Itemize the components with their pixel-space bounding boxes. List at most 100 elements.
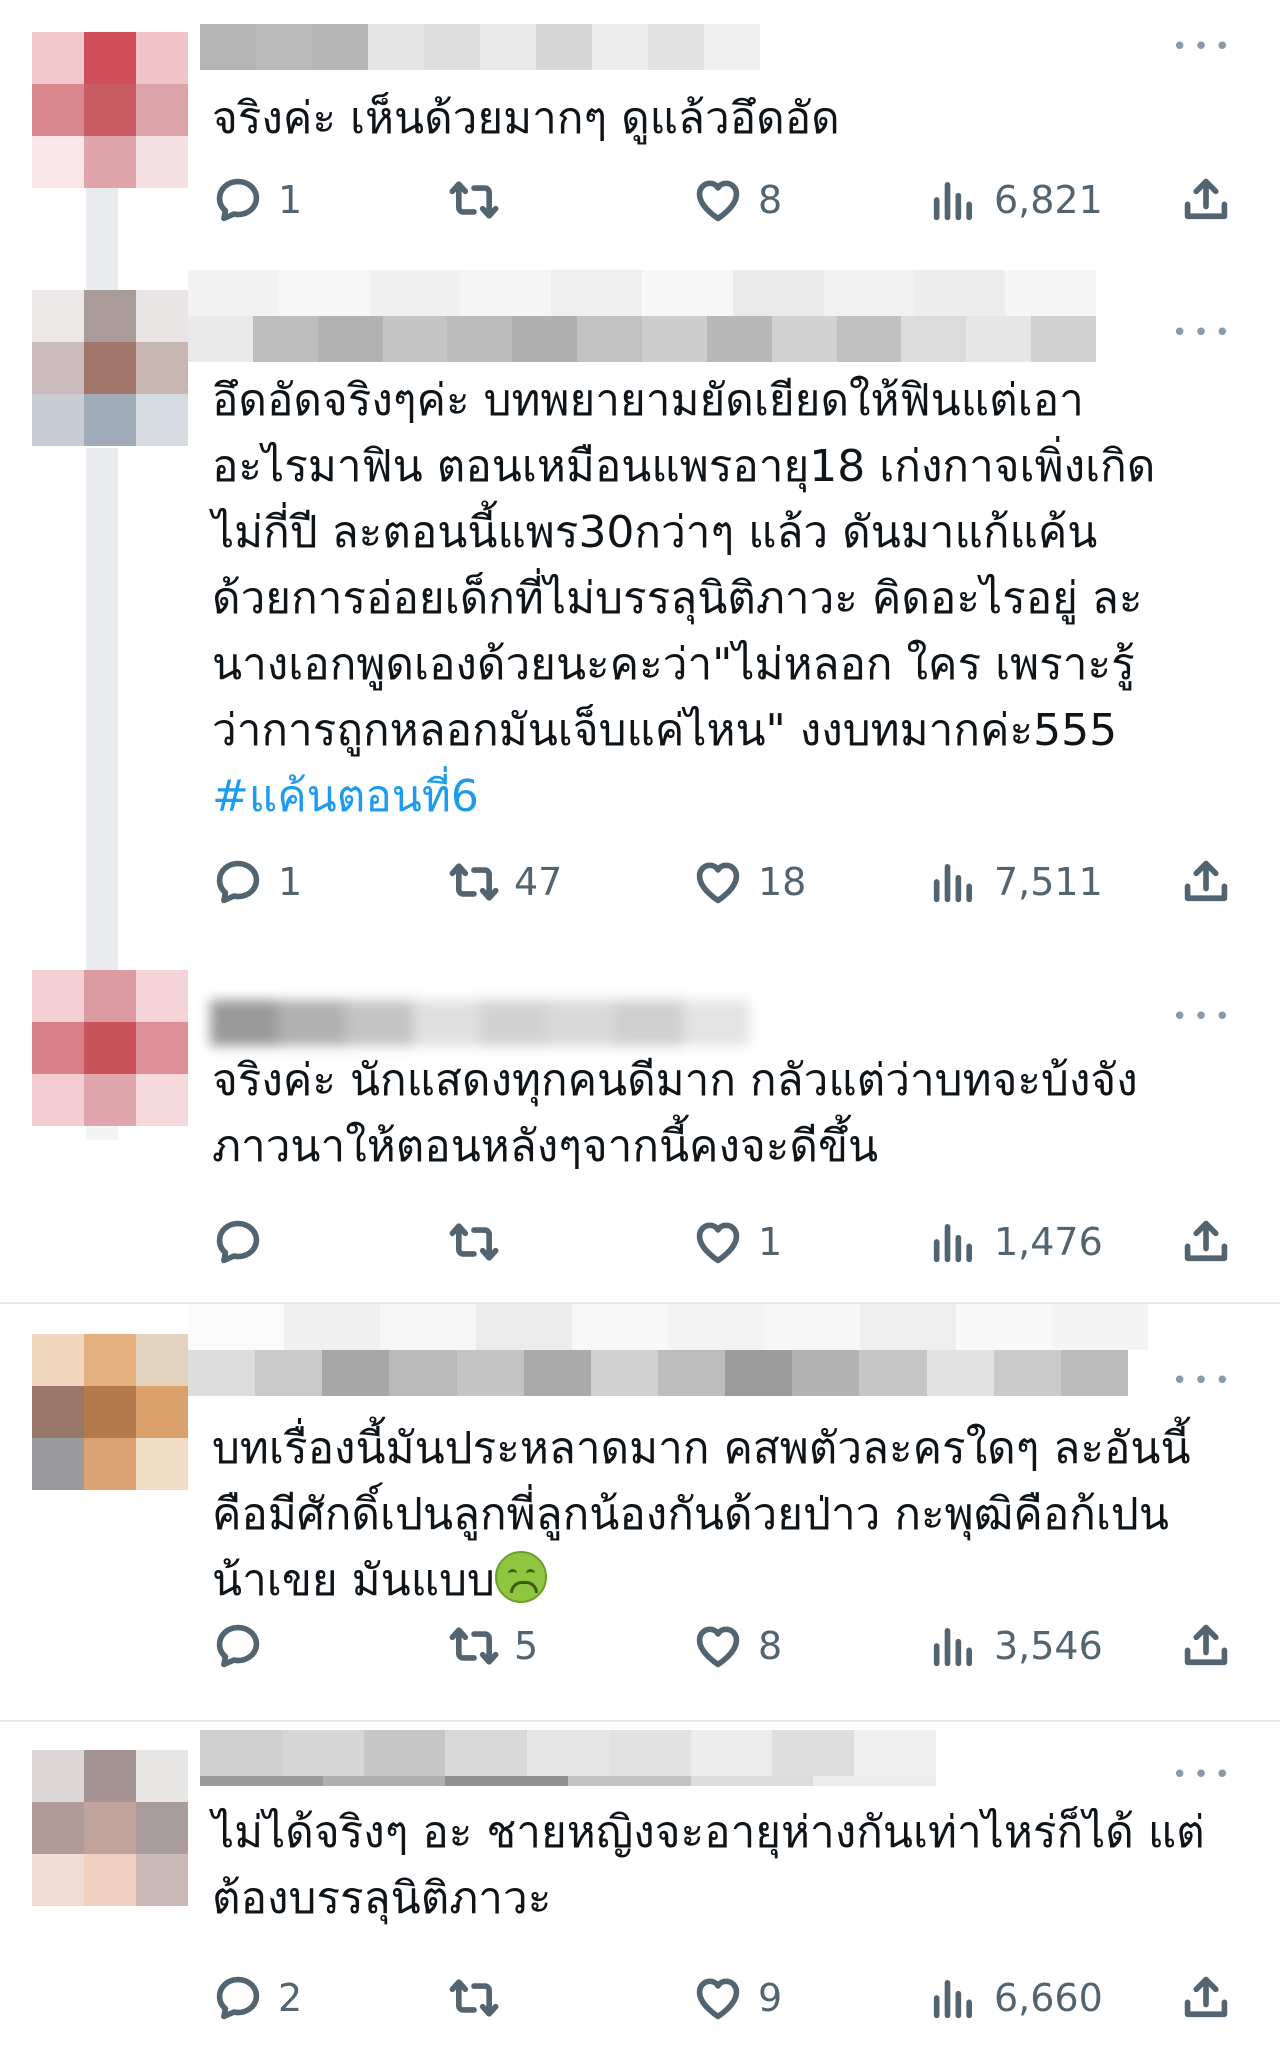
views-icon [928, 856, 980, 908]
like-icon [692, 1216, 744, 1268]
hashtag-link[interactable]: #แค้นตอนที่6 [212, 771, 479, 822]
like-button[interactable]: 8 [692, 170, 782, 230]
author-name-blurred[interactable] [200, 1730, 937, 1776]
thread-line [86, 260, 118, 290]
nauseated-face-icon [494, 1551, 547, 1603]
share-button[interactable] [1180, 1616, 1232, 1676]
like-count: 8 [758, 178, 783, 222]
reply-icon [212, 1972, 264, 2024]
author-name-blurred[interactable] [210, 1000, 750, 1046]
tweet-5[interactable]: ••• ไม่ได้จริงๆ อะ ชายหญิงจะอายุห่างกันเ… [0, 1722, 1280, 2071]
share-button[interactable] [1180, 170, 1232, 230]
more-icon[interactable]: ••• [1172, 1762, 1236, 1788]
tweet-text-line: คือมีศักดิ์เปนลูกพี่ลูกน้องกันด้วยป่าว ก… [212, 1489, 1169, 1540]
reply-icon [212, 1216, 264, 1268]
tweet-text-line: จริงค่ะ เห็นด้วยมากๆ ดูแล้วอึดอัด [212, 93, 840, 144]
retweet-count: 5 [514, 1624, 539, 1668]
like-icon [692, 174, 744, 226]
like-button[interactable]: 1 [692, 1212, 782, 1272]
retweet-count: 47 [514, 860, 563, 904]
tweet-text-line: ไม่ได้จริงๆ อะ ชายหญิงจะอายุห่างกันเท่าไ… [212, 1807, 1205, 1858]
retweet-icon [448, 1620, 500, 1672]
avatar[interactable] [32, 1750, 188, 1906]
tweet-text-line: อะไรมาฟิน ตอนเหมือนแพรอายุ18 เก่งกาจเพิ่… [212, 441, 1156, 492]
views-icon [928, 1972, 980, 2024]
share-icon [1180, 1620, 1232, 1672]
reply-button[interactable]: 1 [212, 170, 302, 230]
view-count: 7,511 [994, 860, 1103, 904]
tweet-text-line: ด้วยการอ่อยเด็กที่ไม่บรรลุนิติภาวะ คิดอะ… [212, 573, 1143, 624]
thread-line [86, 448, 118, 960]
author-name-blurred[interactable] [188, 1304, 1148, 1350]
more-icon[interactable]: ••• [1172, 1368, 1236, 1394]
views-button[interactable]: 6,821 [928, 170, 1103, 230]
thread-line [86, 1126, 118, 1140]
like-count: 1 [758, 1220, 783, 1264]
retweet-button[interactable]: 5 [448, 1616, 538, 1676]
tweet-text-line: น้าเขย มันแบบ [212, 1555, 495, 1606]
reply-count: 2 [278, 1976, 303, 2020]
tweet-text-line: บทเรื่องนี้มันประหลาดมาก คสพตัวละครใดๆ ล… [212, 1423, 1191, 1474]
retweet-button[interactable] [448, 1212, 514, 1272]
share-button[interactable] [1180, 1968, 1232, 2028]
reply-icon [212, 856, 264, 908]
retweet-button[interactable]: 47 [448, 852, 562, 912]
tweet-text: บทเรื่องนี้มันประหลาดมาก คสพตัวละครใดๆ ล… [212, 1416, 1252, 1614]
reply-button[interactable]: 1 [212, 852, 302, 912]
avatar[interactable] [32, 32, 188, 188]
avatar[interactable] [32, 1334, 188, 1490]
like-icon [692, 1972, 744, 2024]
tweet-text-line: ไม่กี่ปี ละตอนนี้แพร30กว่าๆ แล้ว ดันมาแก… [212, 507, 1098, 558]
author-handle-blurred[interactable] [188, 316, 1097, 362]
tweet-text: จริงค่ะ นักแสดงทุกคนดีมาก กลัวแต่ว่าบทจะ… [212, 1048, 1252, 1180]
retweet-icon [448, 1216, 500, 1268]
reply-button[interactable] [212, 1212, 278, 1272]
avatar[interactable] [32, 290, 188, 446]
views-button[interactable]: 7,511 [928, 852, 1103, 912]
tweet-1[interactable]: ••• จริงค่ะ เห็นด้วยมากๆ ดูแล้วอึดอัด 1 … [0, 0, 1280, 268]
author-name-blurred[interactable] [188, 270, 1096, 316]
thread-line [86, 960, 118, 970]
tweet-2[interactable]: ••• อึดอัดจริงๆค่ะ บทพยายามยัดเยียดให้ฟิ… [0, 260, 1280, 960]
more-icon[interactable]: ••• [1172, 320, 1236, 346]
reply-button[interactable]: 2 [212, 1968, 302, 2028]
tweet-actions: 1 1,476 [212, 1212, 1252, 1272]
tweet-text-line: ว่าการถูกหลอกมันเจ็บแค่ไหน" งงบทมากค่ะ55… [212, 705, 1118, 756]
like-button[interactable]: 18 [692, 852, 806, 912]
retweet-button[interactable] [448, 170, 514, 230]
author-handle-blurred[interactable] [200, 1776, 937, 1786]
like-button[interactable]: 8 [692, 1616, 782, 1676]
retweet-button[interactable] [448, 1968, 514, 2028]
author-handle-blurred[interactable] [188, 1350, 1128, 1396]
like-button[interactable]: 9 [692, 1968, 782, 2028]
like-count: 8 [758, 1624, 783, 1668]
reply-button[interactable] [212, 1616, 278, 1676]
views-button[interactable]: 6,660 [928, 1968, 1103, 2028]
tweet-actions: 2 9 6,660 [212, 1968, 1252, 2028]
tweet-text: อึดอัดจริงๆค่ะ บทพยายามยัดเยียดให้ฟินแต่… [212, 368, 1252, 830]
tweet-text: จริงค่ะ เห็นด้วยมากๆ ดูแล้วอึดอัด [212, 86, 1252, 152]
view-count: 6,821 [994, 178, 1103, 222]
retweet-icon [448, 174, 500, 226]
tweet-4[interactable]: ••• บทเรื่องนี้มันประหลาดมาก คสพตัวละครใ… [0, 1304, 1280, 1720]
like-icon [692, 1620, 744, 1672]
share-button[interactable] [1180, 1212, 1232, 1272]
more-icon[interactable]: ••• [1172, 34, 1236, 60]
views-button[interactable]: 1,476 [928, 1212, 1103, 1272]
view-count: 3,546 [994, 1624, 1103, 1668]
author-name-blurred[interactable] [200, 24, 760, 70]
like-icon [692, 856, 744, 908]
views-icon [928, 1216, 980, 1268]
avatar[interactable] [32, 970, 188, 1126]
tweet-3[interactable]: ••• จริงค่ะ นักแสดงทุกคนดีมาก กลัวแต่ว่า… [0, 960, 1280, 1304]
share-icon [1180, 856, 1232, 908]
tweet-actions: 5 8 3,546 [212, 1616, 1252, 1676]
views-button[interactable]: 3,546 [928, 1616, 1103, 1676]
view-count: 6,660 [994, 1976, 1103, 2020]
like-count: 18 [758, 860, 807, 904]
share-icon [1180, 174, 1232, 226]
more-icon[interactable]: ••• [1172, 1004, 1236, 1030]
reply-count: 1 [278, 860, 303, 904]
tweet-actions: 1 8 6,821 [212, 170, 1252, 230]
share-button[interactable] [1180, 852, 1232, 912]
